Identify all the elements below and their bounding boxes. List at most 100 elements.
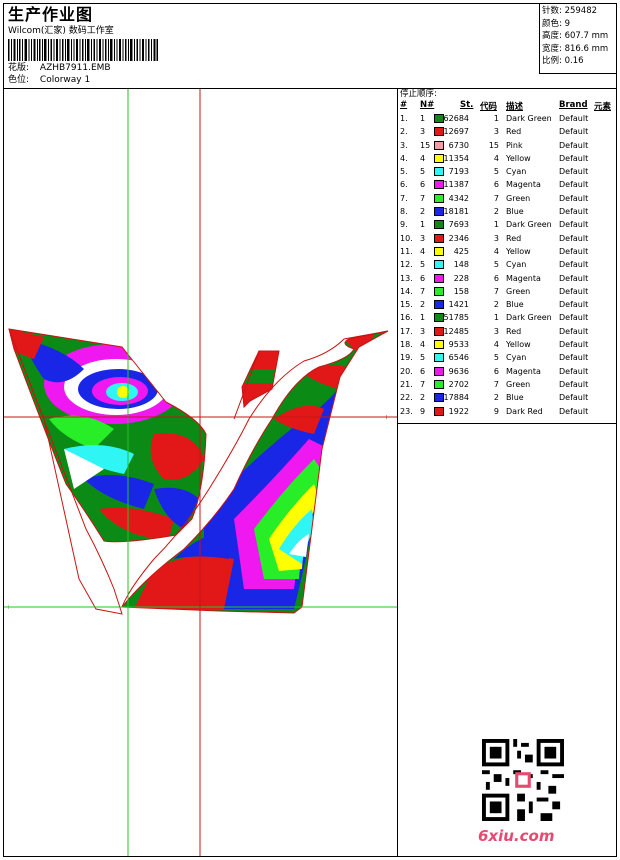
row-stitches: 425 <box>453 246 469 256</box>
table-row: 11. 4 425 4 Yellow Default <box>398 245 617 258</box>
row-code: 5 <box>493 353 499 363</box>
row-needle: 3 <box>420 233 426 243</box>
scale-value: 0.16 <box>564 56 584 66</box>
row-description: Red <box>506 326 522 336</box>
stop-order-rows: 1. 1 62684 1 Dark Green Default 2. 3 12697 3 Red De… <box>398 112 617 418</box>
table-row: 7. 7 4342 7 Green Default <box>398 192 617 205</box>
row-index: 2. <box>400 127 408 137</box>
row-index: 12. <box>400 260 413 270</box>
row-index: 20. <box>400 366 413 376</box>
row-needle: 5 <box>420 260 426 270</box>
row-stitches: 6730 <box>448 140 469 150</box>
left-piece-fill <box>9 329 206 542</box>
row-needle: 4 <box>420 153 426 163</box>
row-stitches: 18181 <box>443 207 469 217</box>
row-needle: 3 <box>420 326 426 336</box>
row-stitches: 2702 <box>448 379 469 389</box>
row-brand: Default <box>559 260 589 270</box>
colorway-value: Colorway 1 <box>39 75 91 85</box>
col-stitches: St. <box>460 100 474 110</box>
row-needle: 6 <box>420 273 426 283</box>
stop-order-title: 停止顺序: <box>400 89 437 99</box>
colorway-row: 色位: Colorway 1 <box>8 75 90 86</box>
table-row: 8. 2 18181 2 Blue Default <box>398 205 617 218</box>
row-needle: 15 <box>420 140 431 150</box>
table-row: 22. 2 17884 2 Blue Default <box>398 391 617 404</box>
row-stitches: 148 <box>453 260 469 270</box>
row-index: 18. <box>400 340 413 350</box>
table-row: 21. 7 2702 7 Green Default <box>398 378 617 391</box>
table-row: 23. 9 1922 9 Dark Red Default <box>398 405 617 418</box>
row-description: Yellow <box>506 340 531 350</box>
stitches-label: 针数: <box>542 6 562 16</box>
production-sheet: 生产作业图 Wilcom(汇家) 数码工作室 花版: AZHB7911.EMB … <box>3 3 617 857</box>
row-description: Cyan <box>506 167 527 177</box>
row-index: 16. <box>400 313 413 323</box>
row-stitches: 11387 <box>443 180 469 190</box>
table-row: 15. 2 1421 2 Blue Default <box>398 298 617 311</box>
row-index: 8. <box>400 207 408 217</box>
row-code: 7 <box>493 379 499 389</box>
row-brand: Default <box>559 153 589 163</box>
row-index: 11. <box>400 246 413 256</box>
row-code: 4 <box>493 340 499 350</box>
row-index: 10. <box>400 233 413 243</box>
row-code: 2 <box>493 300 499 310</box>
row-needle: 1 <box>420 114 426 123</box>
row-brand: Default <box>559 193 589 203</box>
page-title: 生产作业图 <box>8 5 94 24</box>
color-swatch <box>434 260 444 270</box>
row-description: Cyan <box>506 260 527 270</box>
row-brand: Default <box>559 220 589 230</box>
row-needle: 2 <box>420 393 426 403</box>
row-needle: 5 <box>420 167 426 177</box>
row-code: 3 <box>493 326 499 336</box>
row-stitches: 51785 <box>443 313 469 323</box>
scale-label: 比例: <box>542 56 562 66</box>
row-stitches: 9636 <box>448 366 469 376</box>
color-swatch <box>434 406 444 416</box>
row-description: Pink <box>506 140 523 150</box>
row-needle: 5 <box>420 353 426 363</box>
row-code: 5 <box>493 260 499 270</box>
table-row: 1. 1 62684 1 Dark Green Default <box>398 112 617 125</box>
design-info-box: 针数: 259482 颜色: 9 高度: 607.7 mm 宽度: 816.6 … <box>539 4 617 74</box>
row-description: Magenta <box>506 366 541 376</box>
row-needle: 1 <box>420 313 426 323</box>
colors-line: 颜色: 9 <box>542 18 615 31</box>
row-description: Blue <box>506 300 524 310</box>
color-swatch <box>434 379 444 389</box>
color-swatch <box>434 246 444 256</box>
row-needle: 9 <box>420 406 426 416</box>
row-stitches: 12697 <box>443 127 469 137</box>
color-swatch <box>434 366 444 376</box>
row-brand: Default <box>559 167 589 177</box>
row-needle: 4 <box>420 340 426 350</box>
row-brand: Default <box>559 286 589 296</box>
table-row: 20. 6 9636 6 Magenta Default <box>398 365 617 378</box>
row-stitches: 6546 <box>448 353 469 363</box>
row-code: 6 <box>493 366 499 376</box>
row-index: 6. <box>400 180 408 190</box>
row-stitches: 2346 <box>448 233 469 243</box>
color-swatch <box>434 326 444 336</box>
table-row: 6. 6 11387 6 Magenta Default <box>398 178 617 191</box>
row-index: 21. <box>400 379 413 389</box>
svg-text:+: + <box>6 604 11 611</box>
row-code: 4 <box>493 246 499 256</box>
row-index: 7. <box>400 193 408 203</box>
height-value: 607.7 mm <box>564 31 609 41</box>
row-index: 14. <box>400 286 413 296</box>
row-code: 9 <box>493 406 499 416</box>
color-swatch <box>434 220 444 230</box>
row-brand: Default <box>559 114 589 123</box>
row-brand: Default <box>559 353 589 363</box>
row-brand: Default <box>559 340 589 350</box>
color-swatch <box>434 114 444 123</box>
row-index: 17. <box>400 326 413 336</box>
row-brand: Default <box>559 326 589 336</box>
row-description: Dark Green <box>506 313 552 323</box>
color-swatch <box>434 313 444 323</box>
row-code: 2 <box>493 393 499 403</box>
row-brand: Default <box>559 366 589 376</box>
